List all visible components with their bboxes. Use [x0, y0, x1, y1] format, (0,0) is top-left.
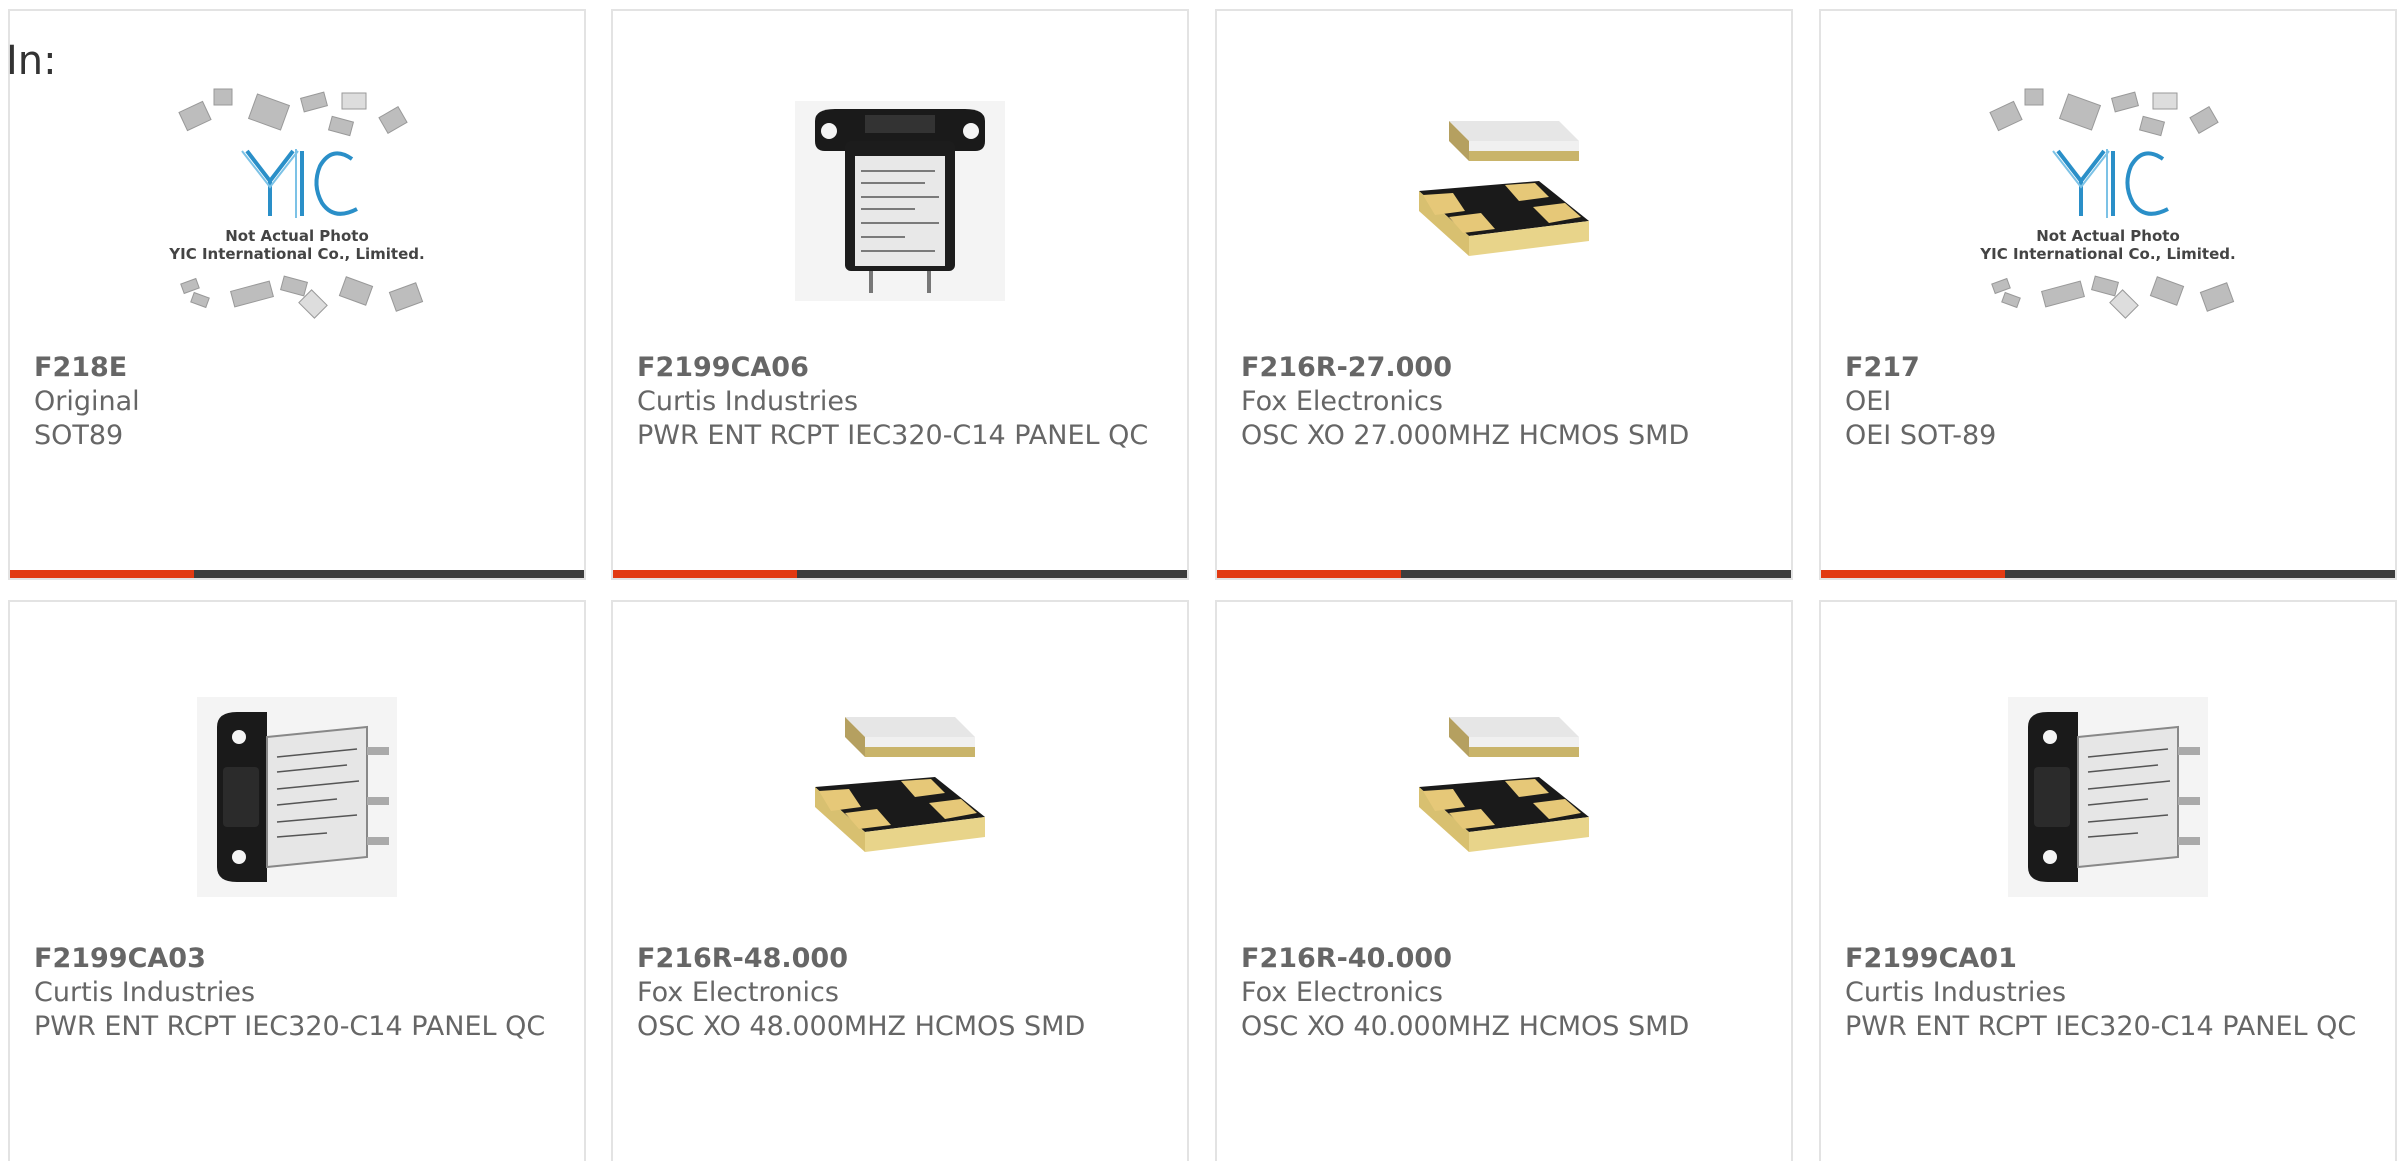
product-image	[1217, 672, 1791, 922]
manufacturer: Curtis Industries	[637, 386, 859, 417]
product-card[interactable]: F216R-27.000 Fox Electronics OSC XO 27.0…	[1215, 9, 1793, 580]
product-info: F2199CA06 Curtis Industries PWR ENT RCPT…	[637, 351, 1167, 453]
placeholder-chip-image: Not Actual Photo YIC International Co., …	[168, 88, 425, 319]
product-card[interactable]: F2199CA03 Curtis Industries PWR ENT RCPT…	[8, 600, 586, 1161]
description: PWR ENT RCPT IEC320-C14 PANEL QC	[637, 420, 1149, 451]
card-bottom-bar	[1821, 570, 2395, 578]
description: SOT89	[34, 420, 124, 451]
product-info: F217 OEI OEI SOT-89	[1845, 351, 2375, 453]
product-image	[1821, 672, 2395, 922]
card-bottom-bar	[1217, 570, 1791, 578]
description: PWR ENT RCPT IEC320-C14 PANEL QC	[34, 1011, 546, 1042]
product-card[interactable]: F216R-48.000 Fox Electronics OSC XO 48.0…	[611, 600, 1189, 1161]
part-number[interactable]: F217	[1845, 351, 2375, 385]
manufacturer: Curtis Industries	[34, 977, 256, 1008]
placeholder-caption-line1: Not Actual Photo	[225, 227, 369, 245]
card-bar-accent	[10, 570, 194, 578]
placeholder-caption-line2: YIC International Co., Limited.	[1979, 245, 2235, 263]
card-bottom-bar	[10, 570, 584, 578]
manufacturer: Original	[34, 386, 140, 417]
part-number[interactable]: F2199CA03	[34, 942, 564, 976]
product-card[interactable]: Not Actual Photo YIC International Co., …	[8, 9, 586, 580]
card-bar-accent	[613, 570, 797, 578]
product-info: F218E Original SOT89	[34, 351, 564, 453]
placeholder-caption-line2: YIC International Co., Limited.	[168, 245, 424, 263]
product-info: F2199CA01 Curtis Industries PWR ENT RCPT…	[1845, 942, 2375, 1044]
card-bar-accent	[1821, 570, 2005, 578]
product-grid-page: In: Not Actual Photo YIC International C…	[0, 0, 2400, 1161]
product-image	[1217, 51, 1791, 351]
product-info: F216R-27.000 Fox Electronics OSC XO 27.0…	[1241, 351, 1771, 453]
placeholder-caption-line1: Not Actual Photo	[2036, 227, 2180, 245]
part-number[interactable]: F216R-48.000	[637, 942, 1167, 976]
manufacturer: Curtis Industries	[1845, 977, 2067, 1008]
product-image	[10, 672, 584, 922]
description: OSC XO 40.000MHZ HCMOS SMD	[1241, 1011, 1690, 1042]
crystal-oscillator-icon	[1419, 121, 1589, 256]
part-number[interactable]: F218E	[34, 351, 564, 385]
part-number[interactable]: F2199CA01	[1845, 942, 2375, 976]
product-info: F216R-40.000 Fox Electronics OSC XO 40.0…	[1241, 942, 1771, 1044]
power-entry-module-icon	[795, 101, 1005, 301]
product-info: F2199CA03 Curtis Industries PWR ENT RCPT…	[34, 942, 564, 1044]
product-card[interactable]: F2199CA06 Curtis Industries PWR ENT RCPT…	[611, 9, 1189, 580]
part-number[interactable]: F216R-27.000	[1241, 351, 1771, 385]
card-bar-accent	[1217, 570, 1401, 578]
placeholder-chip-image: Not Actual Photo YIC International Co., …	[1979, 88, 2236, 319]
in-label: In:	[6, 38, 57, 84]
part-number[interactable]: F216R-40.000	[1241, 942, 1771, 976]
crystal-oscillator-icon	[815, 717, 985, 852]
product-image: Not Actual Photo YIC International Co., …	[10, 51, 584, 351]
part-number[interactable]: F2199CA06	[637, 351, 1167, 385]
description: OEI SOT-89	[1845, 420, 1997, 451]
manufacturer: Fox Electronics	[1241, 386, 1443, 417]
product-image	[613, 51, 1187, 351]
description: OSC XO 48.000MHZ HCMOS SMD	[637, 1011, 1086, 1042]
product-card[interactable]: F216R-40.000 Fox Electronics OSC XO 40.0…	[1215, 600, 1793, 1161]
product-card[interactable]: F2199CA01 Curtis Industries PWR ENT RCPT…	[1819, 600, 2397, 1161]
manufacturer: OEI	[1845, 386, 1892, 417]
product-image: Not Actual Photo YIC International Co., …	[1821, 51, 2395, 351]
product-info: F216R-48.000 Fox Electronics OSC XO 48.0…	[637, 942, 1167, 1044]
product-card[interactable]: Not Actual Photo YIC International Co., …	[1819, 9, 2397, 580]
description: PWR ENT RCPT IEC320-C14 PANEL QC	[1845, 1011, 2357, 1042]
power-entry-module-icon	[197, 697, 397, 897]
manufacturer: Fox Electronics	[1241, 977, 1443, 1008]
manufacturer: Fox Electronics	[637, 977, 839, 1008]
card-bottom-bar	[613, 570, 1187, 578]
product-image	[613, 672, 1187, 922]
crystal-oscillator-icon	[1419, 717, 1589, 852]
description: OSC XO 27.000MHZ HCMOS SMD	[1241, 420, 1690, 451]
power-entry-module-icon	[2008, 697, 2208, 897]
